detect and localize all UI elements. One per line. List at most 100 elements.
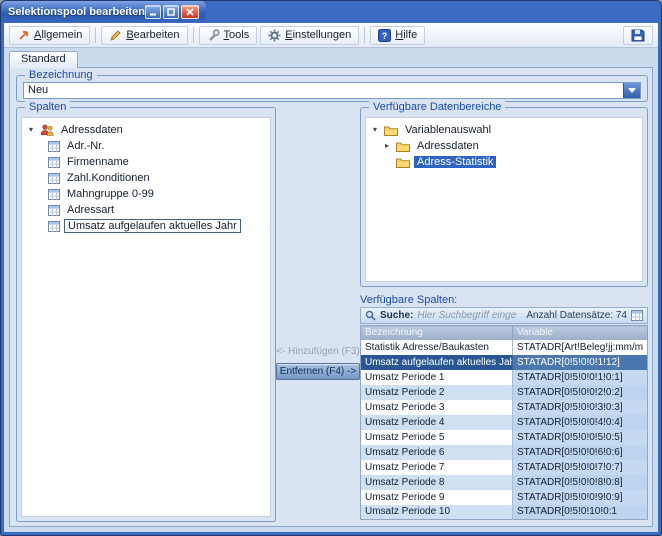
- cell-variable: STATADR[Art!Beleg!jj:mm/m: [513, 340, 648, 355]
- spalten-tree: ▾ Adressdaten Adr.-Nr. Firmenname: [21, 117, 271, 517]
- allgemein-button[interactable]: Allgemein: [9, 26, 90, 45]
- bearbeiten-label: Bearbeiten: [126, 29, 179, 41]
- cell-bezeichnung: Umsatz Periode 10: [361, 505, 513, 520]
- table-row[interactable]: Umsatz Periode 2 STATADR[0!5!0!0!2!0:2]: [361, 385, 648, 400]
- tree-item-label: Adressdaten: [58, 124, 126, 136]
- minimize-icon: [149, 8, 157, 16]
- cell-variable: STATADR[0!5!0!0!9!0:9]: [513, 490, 648, 505]
- spalten-group: Spalten ▾ Adressdaten Adr.-Nr.: [16, 107, 276, 522]
- gear-icon: [268, 29, 281, 42]
- cell-bezeichnung: Umsatz Periode 1: [361, 370, 513, 385]
- cell-bezeichnung: Umsatz Periode 3: [361, 400, 513, 415]
- folder-icon: [384, 125, 398, 136]
- hinzufuegen-button[interactable]: <- Hinzufügen (F3): [274, 346, 362, 357]
- tree-item-label: Umsatz aufgelaufen aktuelles Jahr: [64, 219, 241, 233]
- table-row[interactable]: Umsatz Periode 3 STATADR[0!5!0!0!3!0:3]: [361, 400, 648, 415]
- cell-variable: STATADR[0!5!0!0!8!0:8]: [513, 475, 648, 490]
- folder-icon: [396, 141, 410, 152]
- datenbereiche-group: Verfügbare Datenbereiche ▾ Variablenausw…: [360, 107, 648, 287]
- tree-item-column[interactable]: Firmenname: [22, 154, 270, 170]
- expander-expanded-icon[interactable]: ▾: [370, 122, 380, 138]
- expander-collapsed-icon[interactable]: ▸: [382, 138, 392, 154]
- bezeichnung-value: Neu: [24, 83, 623, 98]
- table-row[interactable]: Umsatz Periode 10 STATADR[0!5!0!10!0:1: [361, 505, 648, 520]
- cell-variable: STATADR[0!5!0!0!7!0:7]: [513, 460, 648, 475]
- minimize-button[interactable]: [145, 5, 161, 19]
- cell-bezeichnung: Umsatz Periode 8: [361, 475, 513, 490]
- svg-text:?: ?: [382, 31, 388, 41]
- datenbereiche-tree: ▾ Variablenauswahl ▸ Adressdaten Adress-…: [365, 117, 643, 282]
- search-input[interactable]: Suche: Hier Suchbegriff einge Anzahl Dat…: [360, 307, 648, 324]
- tab-standard-label: Standard: [21, 53, 66, 65]
- record-count: Anzahl Datensätze: 74: [526, 310, 627, 321]
- tree-item-column[interactable]: Adr.-Nr.: [22, 138, 270, 154]
- bezeichnung-combobox[interactable]: Neu: [23, 82, 641, 99]
- tree-item-adressdaten-folder[interactable]: ▸ Adressdaten: [366, 138, 642, 154]
- search-icon: [365, 310, 376, 321]
- table-row-selected[interactable]: Umsatz aufgelaufen aktuelles Jahr STATAD…: [361, 355, 648, 370]
- cell-variable: STATADR[0!5!0!0!6!0:6]: [513, 445, 648, 460]
- cell-variable: STATADR[0!5!0!0!1!12]: [513, 355, 648, 370]
- column-header-bezeichnung[interactable]: Bezeichnung: [361, 326, 513, 340]
- table-row[interactable]: Umsatz Periode 6 STATADR[0!5!0!0!6!0:6]: [361, 445, 648, 460]
- toolbar: Allgemein Bearbeiten Tools Einstellungen…: [4, 23, 658, 48]
- table-row[interactable]: Statistik Adresse/Baukasten STATADR[Art!…: [361, 340, 648, 355]
- dialog-window: Selektionspool bearbeiten Allgemein: [0, 0, 662, 536]
- bezeichnung-legend: Bezeichnung: [25, 69, 97, 81]
- combobox-dropdown-button[interactable]: [623, 83, 640, 98]
- tools-button[interactable]: Tools: [199, 26, 258, 45]
- search-label: Suche:: [380, 310, 413, 321]
- tree-item-label: Variablenauswahl: [402, 124, 494, 136]
- tree-item-label: Mahngruppe 0-99: [64, 188, 157, 200]
- tree-item-column[interactable]: Zahl.Konditionen: [22, 170, 270, 186]
- maximize-button[interactable]: [163, 5, 179, 19]
- cell-bezeichnung: Umsatz aufgelaufen aktuelles Jahr: [361, 355, 513, 370]
- cell-bezeichnung: Umsatz Periode 6: [361, 445, 513, 460]
- expander-expanded-icon[interactable]: ▾: [26, 122, 36, 138]
- cell-variable: STATADR[0!5!0!0!2!0:2]: [513, 385, 648, 400]
- table-column-icon: [48, 173, 60, 184]
- table-column-icon: [48, 205, 60, 216]
- hilfe-button[interactable]: ? Hilfe: [370, 26, 425, 45]
- cell-bezeichnung: Umsatz Periode 2: [361, 385, 513, 400]
- table-row[interactable]: Umsatz Periode 5 STATADR[0!5!0!0!5!0:5]: [361, 430, 648, 445]
- table-row[interactable]: Umsatz Periode 1 STATADR[0!5!0!0!1!0:1]: [361, 370, 648, 385]
- toolbar-separator: [193, 27, 194, 43]
- tree-item-adress-statistik[interactable]: Adress-Statistik: [366, 154, 642, 170]
- pencil-icon: [109, 29, 122, 42]
- page: Bezeichnung Neu Spalten ▾: [9, 67, 653, 527]
- cell-variable: STATADR[0!5!0!10!0:1: [513, 505, 648, 520]
- save-icon: [631, 28, 645, 42]
- table-row[interactable]: Umsatz Periode 8 STATADR[0!5!0!0!8!0:8]: [361, 475, 648, 490]
- tab-standard[interactable]: Standard: [9, 51, 78, 68]
- table-row[interactable]: Umsatz Periode 7 STATADR[0!5!0!0!7!0:7]: [361, 460, 648, 475]
- bearbeiten-button[interactable]: Bearbeiten: [101, 26, 187, 45]
- table-row[interactable]: Umsatz Periode 9 STATADR[0!5!0!0!9!0:9]: [361, 490, 648, 505]
- table-column-icon: [48, 221, 60, 232]
- grid-icon[interactable]: [631, 310, 643, 321]
- einstellungen-label: Einstellungen: [285, 29, 351, 41]
- verfuegbare-spalten-title: Verfügbare Spalten:: [360, 294, 648, 307]
- tree-item-variablenauswahl[interactable]: ▾ Variablenauswahl: [366, 122, 642, 138]
- save-button[interactable]: [623, 26, 653, 45]
- hilfe-label: Hilfe: [395, 29, 417, 41]
- einstellungen-button[interactable]: Einstellungen: [260, 26, 359, 45]
- cell-variable: STATADR[0!5!0!0!3!0:3]: [513, 400, 648, 415]
- tree-item-column[interactable]: Adressart: [22, 202, 270, 218]
- tree-item-adressdaten[interactable]: ▾ Adressdaten: [22, 122, 270, 138]
- close-button[interactable]: [181, 5, 199, 19]
- tree-item-column[interactable]: Mahngruppe 0-99: [22, 186, 270, 202]
- cell-variable: STATADR[0!5!0!0!5!0:5]: [513, 430, 648, 445]
- tree-item-label: Adressart: [64, 204, 117, 216]
- tree-item-label: Adressdaten: [414, 140, 482, 152]
- cell-bezeichnung: Umsatz Periode 5: [361, 430, 513, 445]
- tree-item-label: Zahl.Konditionen: [64, 172, 153, 184]
- table-column-icon: [48, 157, 60, 168]
- titlebar[interactable]: Selektionspool bearbeiten: [1, 1, 206, 22]
- table-row[interactable]: Umsatz Periode 4 STATADR[0!5!0!0!4!0:4]: [361, 415, 648, 430]
- columns-table: Bezeichnung Variable Statistik Adresse/B…: [360, 325, 648, 520]
- tree-item-column-focused[interactable]: Umsatz aufgelaufen aktuelles Jahr: [22, 218, 270, 234]
- tab-strip: Standard: [9, 51, 78, 68]
- entfernen-button[interactable]: Entfernen (F4) ->: [276, 363, 360, 380]
- column-header-variable[interactable]: Variable: [513, 326, 648, 340]
